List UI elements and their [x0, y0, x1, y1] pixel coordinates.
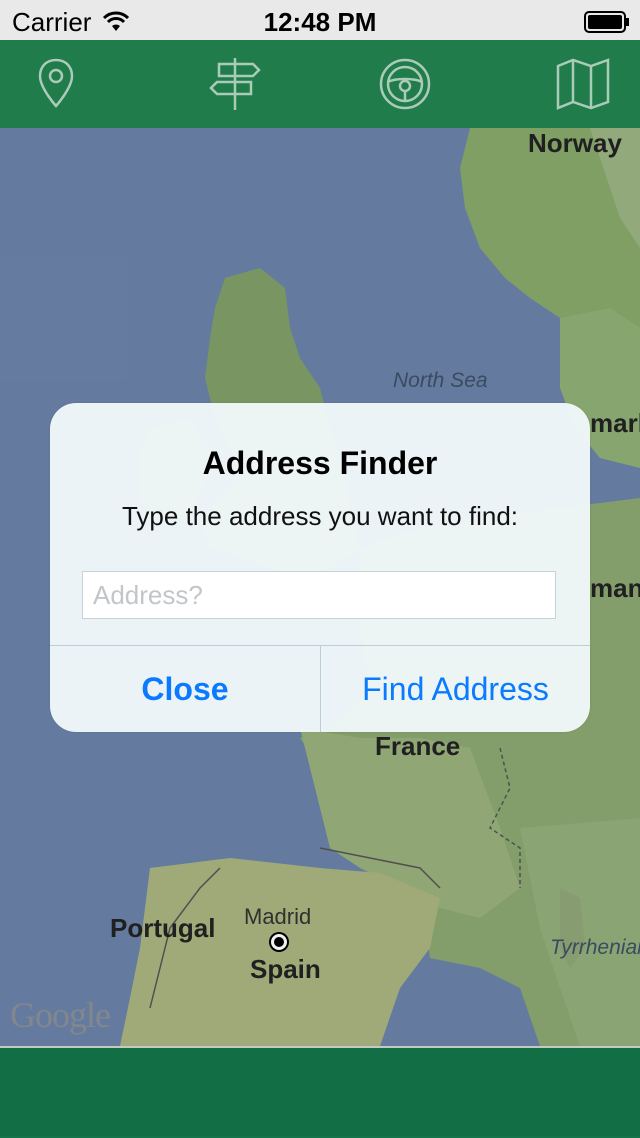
dialog-overlay: Address Finder Type the address you want… [0, 0, 640, 1136]
close-button[interactable]: Close [50, 646, 320, 732]
address-finder-dialog: Address Finder Type the address you want… [50, 403, 590, 732]
dialog-message: Type the address you want to find: [121, 501, 519, 531]
dialog-title: Address Finder [202, 445, 438, 481]
address-input[interactable] [82, 571, 556, 619]
find-address-button[interactable]: Find Address [320, 646, 590, 732]
dialog-button-row: Close Find Address [50, 645, 590, 732]
